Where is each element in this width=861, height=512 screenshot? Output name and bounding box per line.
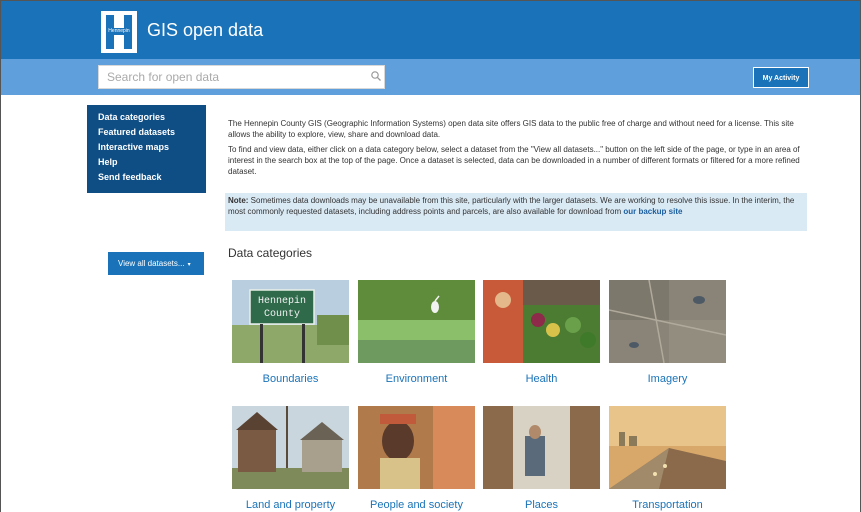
my-activity-button[interactable]: My Activity [753, 67, 809, 88]
category-label-boundaries[interactable]: Boundaries [232, 373, 349, 385]
site-header: Hennepin GIS open data [1, 1, 860, 59]
category-tile-imagery[interactable]: Imagery [609, 280, 727, 385]
note-text: Sometimes data downloads may be unavaila… [228, 196, 795, 216]
library-photo[interactable] [483, 406, 600, 489]
sidebar-item-send-feedback[interactable]: Send feedback [98, 170, 206, 185]
category-label-environment[interactable]: Environment [358, 373, 475, 385]
heron-wetland-photo[interactable] [358, 280, 475, 363]
search-input[interactable]: Search for open data [98, 65, 385, 89]
intro-content: The Hennepin County GIS (Geographic Info… [228, 118, 808, 181]
app-title[interactable]: GIS open data [147, 20, 263, 41]
sidebar-nav: Data categories Featured datasets Intera… [87, 105, 206, 193]
category-tile-places[interactable]: Places [483, 406, 601, 511]
category-label-places[interactable]: Places [483, 499, 600, 511]
county-sign-photo[interactable]: Hennepin County [232, 280, 349, 363]
sidebar-item-data-categories[interactable]: Data categories [98, 110, 206, 125]
highway-sunset-photo[interactable] [609, 406, 726, 489]
search-icon[interactable] [370, 70, 382, 82]
backup-site-link[interactable]: our backup site [623, 207, 682, 216]
category-tile-transportation[interactable]: Transportation [609, 406, 727, 511]
view-all-label: View all datasets... [118, 259, 185, 268]
view-all-datasets-button[interactable]: View all datasets... ▾ [108, 252, 204, 275]
produce-market-photo[interactable] [483, 280, 600, 363]
note-label: Note: [228, 196, 249, 205]
section-heading: Data categories [228, 246, 313, 260]
sidebar-item-featured-datasets[interactable]: Featured datasets [98, 125, 206, 140]
sidebar-item-help[interactable]: Help [98, 155, 206, 170]
aerial-photo[interactable] [609, 280, 726, 363]
category-label-people-and-society[interactable]: People and society [358, 499, 475, 511]
intro-paragraph-1: The Hennepin County GIS (Geographic Info… [228, 119, 794, 139]
sidebar-item-interactive-maps[interactable]: Interactive maps [98, 140, 206, 155]
category-tile-boundaries[interactable]: Hennepin County Boundaries [232, 280, 350, 385]
category-label-land-and-property[interactable]: Land and property [232, 499, 349, 511]
smiling-people-photo[interactable] [358, 406, 475, 489]
sign-line-2: County [264, 309, 300, 320]
logo-text: Hennepin [108, 28, 130, 34]
category-tile-land-and-property[interactable]: Land and property [232, 406, 350, 511]
category-tile-people-and-society[interactable]: People and society [358, 406, 476, 511]
chevron-down-icon: ▾ [187, 262, 191, 268]
hennepin-logo[interactable]: Hennepin [101, 11, 137, 53]
intro-paragraph-2: To find and view data, either click on a… [228, 145, 800, 176]
sign-line-1: Hennepin [258, 295, 306, 307]
page-frame: Hennepin GIS open data Search for open d… [0, 0, 861, 512]
note-box: Note: Sometimes data downloads may be un… [225, 193, 807, 231]
category-label-transportation[interactable]: Transportation [609, 499, 726, 511]
houses-photo[interactable] [232, 406, 349, 489]
category-label-health[interactable]: Health [483, 373, 600, 385]
category-tile-health[interactable]: Health [483, 280, 601, 385]
category-label-imagery[interactable]: Imagery [609, 373, 726, 385]
category-tile-environment[interactable]: Environment [358, 280, 476, 385]
